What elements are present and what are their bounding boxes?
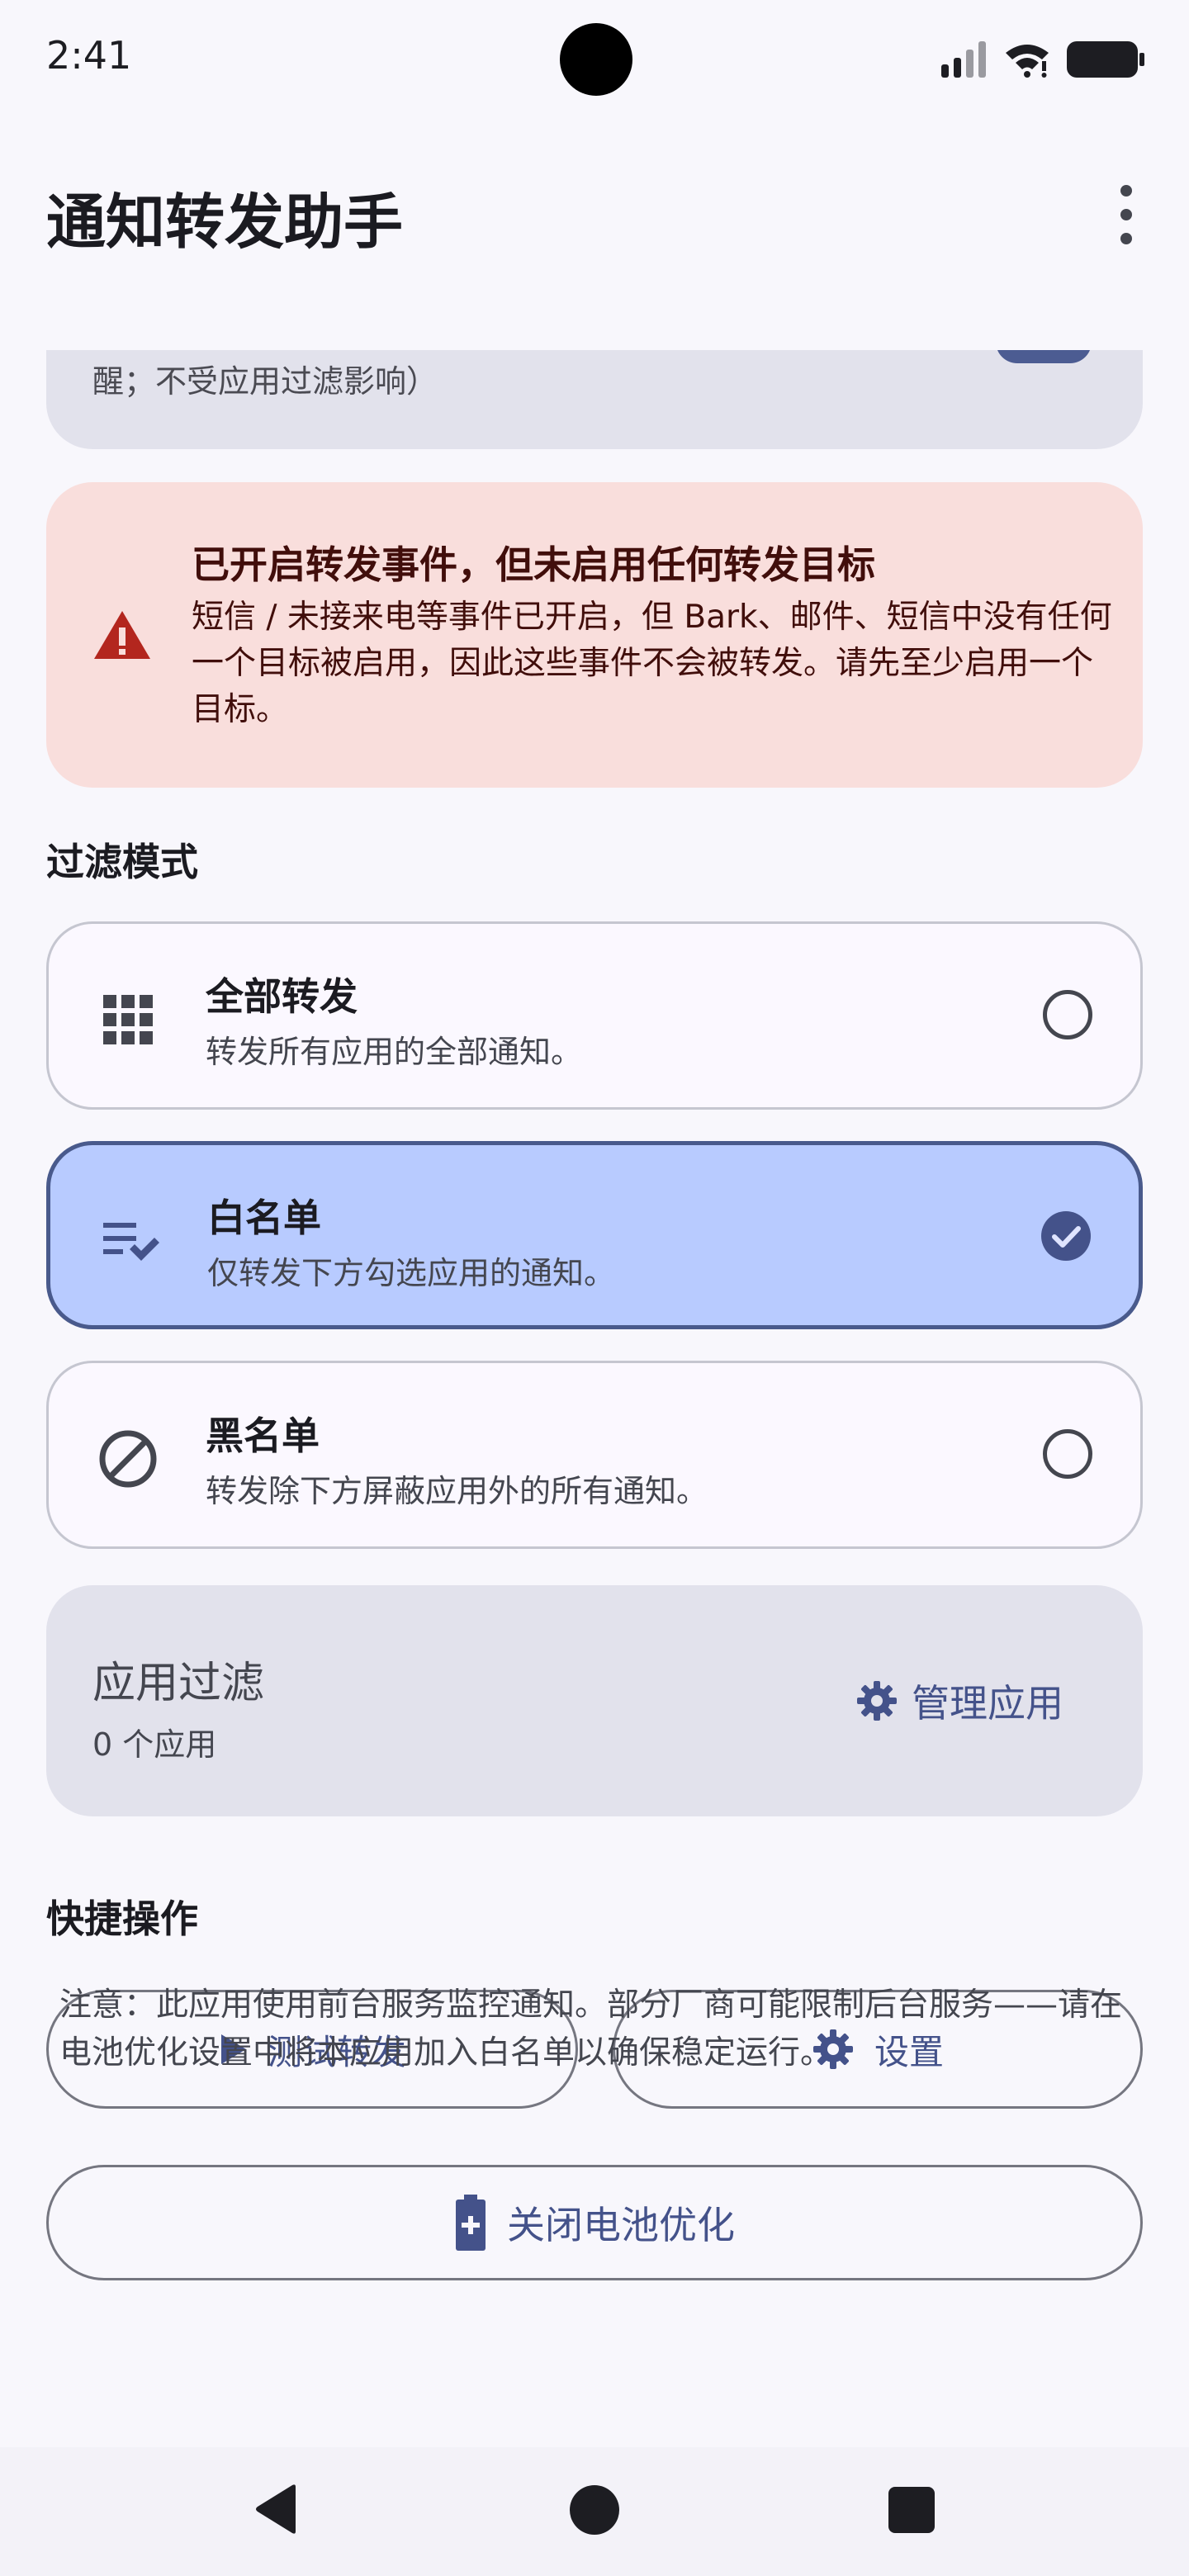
app-filter-count: 0 个应用: [92, 1726, 217, 1763]
event-toggle-switch[interactable]: [996, 350, 1092, 363]
manage-apps-label: 管理应用: [912, 1681, 1063, 1726]
filter-option-title: 白名单: [207, 1196, 321, 1240]
more-vert-icon: [1120, 185, 1132, 197]
more-vert-dot: [1120, 233, 1132, 244]
event-toggle-description: 醒；不受应用过滤影响）: [92, 363, 438, 400]
back-icon[interactable]: [253, 2484, 299, 2535]
recents-icon[interactable]: [888, 2487, 935, 2533]
playlist-check-icon: [103, 1223, 159, 1261]
signal-icon: [941, 41, 986, 78]
page-title: 通知转发助手: [46, 187, 404, 257]
wifi-icon: [1006, 45, 1049, 78]
disable-battery-optimization-button[interactable]: 关闭电池优化: [46, 2165, 1143, 2280]
battery-icon: [1067, 41, 1144, 78]
system-nav-bar: [0, 2447, 1189, 2576]
check-circle-icon[interactable]: [1041, 1211, 1091, 1261]
more-options-button[interactable]: [1110, 180, 1143, 249]
filter-option-title: 全部转发: [206, 974, 358, 1019]
scroll-content[interactable]: 醒；不受应用过滤影响） 已开启转发事件，但未启用任何转发目标 短信 / 未接来电…: [0, 350, 1189, 2437]
app-filter-title: 应用过滤: [92, 1659, 265, 1708]
check-mark-icon: [1052, 1226, 1081, 1248]
battery-plus-icon: [456, 2195, 486, 2251]
status-icons: [940, 36, 1146, 83]
filter-option-subtitle: 仅转发下方勾选应用的通知。: [207, 1255, 616, 1291]
filter-option-all[interactable]: 全部转发 转发所有应用的全部通知。: [46, 921, 1143, 1110]
filter-option-subtitle: 转发所有应用的全部通知。: [206, 1034, 583, 1070]
filter-option-subtitle: 转发除下方屏蔽应用外的所有通知。: [206, 1473, 708, 1509]
filter-mode-label: 过滤模式: [46, 840, 198, 884]
filter-option-title: 黑名单: [206, 1413, 320, 1458]
event-toggle-card: 醒；不受应用过滤影响）: [46, 350, 1143, 449]
more-vert-dot: [1120, 209, 1132, 220]
warning-title: 已开启转发事件，但未启用任何转发目标: [192, 542, 875, 587]
warning-body: 短信 / 未接来电等事件已开启，但 Bark、邮件、短信中没有任何一个目标被启用…: [192, 599, 1112, 728]
camera-cutout: [560, 23, 632, 96]
filter-option-blacklist[interactable]: 黑名单 转发除下方屏蔽应用外的所有通知。: [46, 1361, 1143, 1549]
gear-icon: [857, 1681, 897, 1721]
radio-unchecked-icon[interactable]: [1043, 1429, 1092, 1479]
disable-battery-optimization-label: 关闭电池优化: [507, 2203, 735, 2247]
warning-card: 已开启转发事件，但未启用任何转发目标 短信 / 未接来电等事件已开启，但 Bar…: [46, 482, 1143, 788]
apps-grid-icon: [103, 995, 153, 1044]
quick-actions-label: 快捷操作: [46, 1896, 198, 1941]
warning-icon: [94, 611, 150, 659]
manage-apps-button[interactable]: 管理应用: [855, 1671, 1063, 1731]
filter-option-whitelist[interactable]: 白名单 仅转发下方勾选应用的通知。: [46, 1141, 1143, 1329]
block-icon: [99, 1430, 157, 1488]
home-icon[interactable]: [570, 2485, 619, 2535]
foreground-service-note: 注意：此应用使用前台服务监控通知。部分厂商可能限制后台服务——请在电池优化设置中…: [59, 1986, 1123, 2072]
radio-unchecked-icon[interactable]: [1043, 990, 1092, 1039]
status-time: 2:41: [46, 33, 132, 78]
app-filter-card: 应用过滤 0 个应用 管理应用: [46, 1585, 1143, 1816]
